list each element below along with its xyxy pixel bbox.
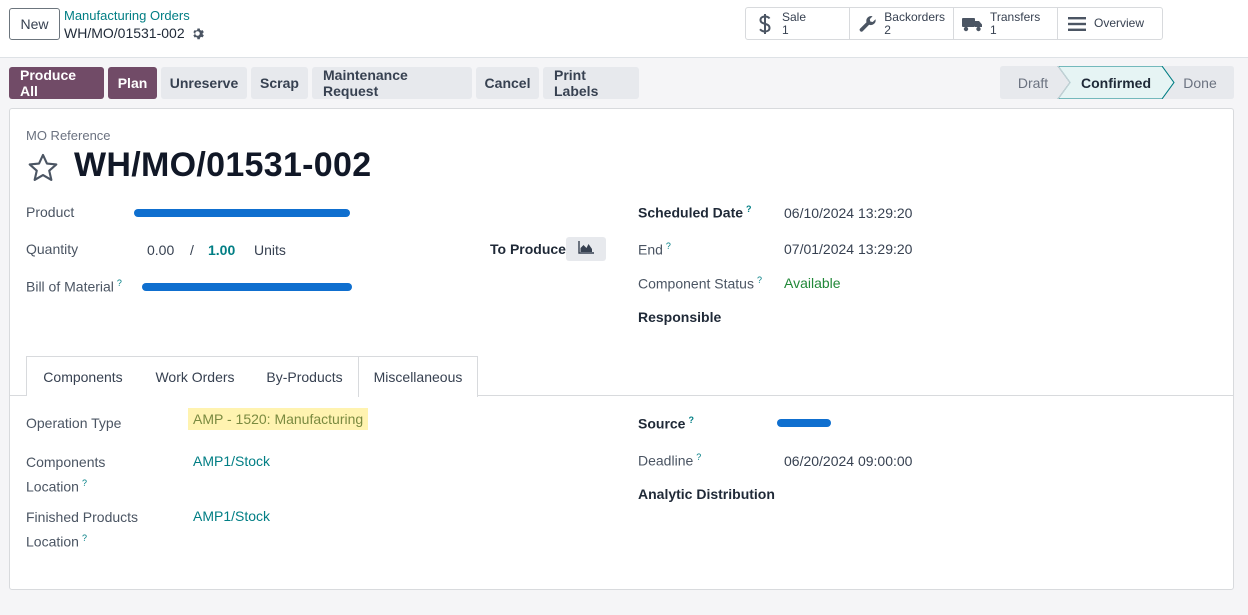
components-location-help-icon[interactable]: ? [82,478,87,488]
end-value[interactable]: 07/01/2024 13:29:20 [784,241,912,257]
quantity-label: Quantity [26,241,79,257]
scheduled-date-help-icon[interactable]: ? [746,204,752,214]
area-chart-icon [578,241,594,257]
control-panel: New Manufacturing Orders WH/MO/01531-002… [0,0,1248,58]
component-status-value: Available [784,275,841,291]
breadcrumb-current-label: WH/MO/01531-002 [64,25,185,41]
operation-type-value[interactable]: AMP - 1520: Manufacturing [188,408,369,430]
components-location-label-line1: Components [26,454,106,470]
analytic-distribution-label: Analytic Distribution [638,486,775,502]
wrench-icon [858,13,878,35]
finished-products-location-help-icon[interactable]: ? [82,533,87,543]
quantity-total[interactable]: 1.00 [208,242,235,258]
components-location-label: Components Location? [26,452,105,498]
scheduled-date-label: Scheduled Date? [638,204,752,221]
finished-products-location-label-line1: Finished Products [26,509,139,525]
breadcrumb-current: WH/MO/01531-002 [64,25,204,41]
end-label: End? [638,241,671,258]
tab-components[interactable]: Components [26,356,140,396]
mo-reference-title: WH/MO/01531-002 [74,146,372,184]
quantity-separator: / [190,242,194,258]
gear-icon[interactable] [191,27,204,40]
to-produce-label: To Produce [490,241,566,257]
components-location-value[interactable]: AMP1/Stock [193,453,270,469]
smart-button-backorders[interactable]: Backorders 2 [850,8,954,39]
maintenance-request-button[interactable]: Maintenance Request [312,67,472,99]
quantity-done[interactable]: 0.00 [147,242,174,258]
smart-button-backorders-value: 2 [884,22,891,37]
quantity-uom: Units [254,242,286,258]
produce-all-button[interactable]: Produce All [9,67,104,99]
deadline-value[interactable]: 06/20/2024 09:00:00 [784,453,912,469]
smart-button-transfers[interactable]: Transfers 1 [954,8,1058,39]
mo-reference-label: MO Reference [26,128,111,143]
new-button[interactable]: New [9,8,60,40]
finished-products-location-value[interactable]: AMP1/Stock [193,508,270,524]
operation-type-label: Operation Type [26,415,122,431]
tab-work-orders[interactable]: Work Orders [139,356,252,396]
source-label-text: Source [638,415,686,432]
finished-products-location-label-line2: Location [26,533,79,550]
source-help-icon[interactable]: ? [688,415,694,425]
smart-button-sale-label: Sale [782,9,807,24]
stage-confirmed[interactable]: Confirmed [1066,66,1166,99]
scrap-button[interactable]: Scrap [251,67,308,99]
list-icon [1066,13,1088,35]
end-help-icon[interactable]: ? [666,241,671,251]
stage-done[interactable]: Done [1170,66,1230,99]
bom-redaction [142,283,352,291]
smart-button-sale[interactable]: Sale 1 [746,8,850,39]
component-status-label: Component Status? [638,275,762,292]
cancel-button[interactable]: Cancel [476,67,539,99]
dollar-icon [754,13,776,35]
responsible-label: Responsible [638,309,722,325]
bill-of-material-help-icon[interactable]: ? [117,278,122,288]
product-redaction [134,209,350,217]
component-status-help-icon[interactable]: ? [757,275,762,285]
stage-draft[interactable]: Draft [1000,66,1066,99]
status-bar: Draft Confirmed Done [1000,66,1234,99]
notebook-tabs: Components Work Orders By-Products Misce… [10,356,1233,397]
breadcrumb-manufacturing-orders[interactable]: Manufacturing Orders [64,8,190,23]
smart-button-sale-value: 1 [782,22,789,37]
deadline-label-text: Deadline [638,452,694,469]
smart-button-transfers-label: Transfers [990,9,1041,24]
print-labels-button[interactable]: Print Labels [543,67,639,99]
bill-of-material-label-text: Bill of Material [26,278,114,295]
tab-by-products[interactable]: By-Products [251,356,359,396]
smart-button-overview-label: Overview [1094,16,1145,30]
end-label-text: End [638,241,663,258]
finished-products-location-label: Finished Products Location? [26,507,138,553]
smart-button-overview[interactable]: Overview [1058,8,1162,39]
bill-of-material-label: Bill of Material? [26,278,122,295]
plan-button[interactable]: Plan [108,67,157,99]
operation-type-value-text: AMP - 1520: Manufacturing [188,408,369,430]
form-sheet: MO Reference WH/MO/01531-002 Product Qua… [9,108,1234,590]
source-label: Source? [638,415,694,432]
components-location-label-line2: Location [26,478,79,495]
smart-button-transfers-value: 1 [990,22,997,37]
unreserve-button[interactable]: Unreserve [161,67,247,99]
component-status-label-text: Component Status [638,275,754,292]
source-redaction [777,419,831,427]
scheduled-date-value[interactable]: 06/10/2024 13:29:20 [784,205,912,221]
smart-buttons: Sale 1 Backorders 2 Transfers 1 Overview [745,7,1163,40]
forecast-chart-button[interactable] [566,237,606,261]
product-label: Product [26,204,75,220]
star-icon[interactable] [26,151,60,185]
scheduled-date-label-text: Scheduled Date [638,204,744,221]
deadline-help-icon[interactable]: ? [696,452,701,462]
smart-button-backorders-label: Backorders [884,9,945,24]
truck-icon [962,13,984,35]
tab-miscellaneous[interactable]: Miscellaneous [358,356,478,397]
deadline-label: Deadline? [638,452,701,469]
